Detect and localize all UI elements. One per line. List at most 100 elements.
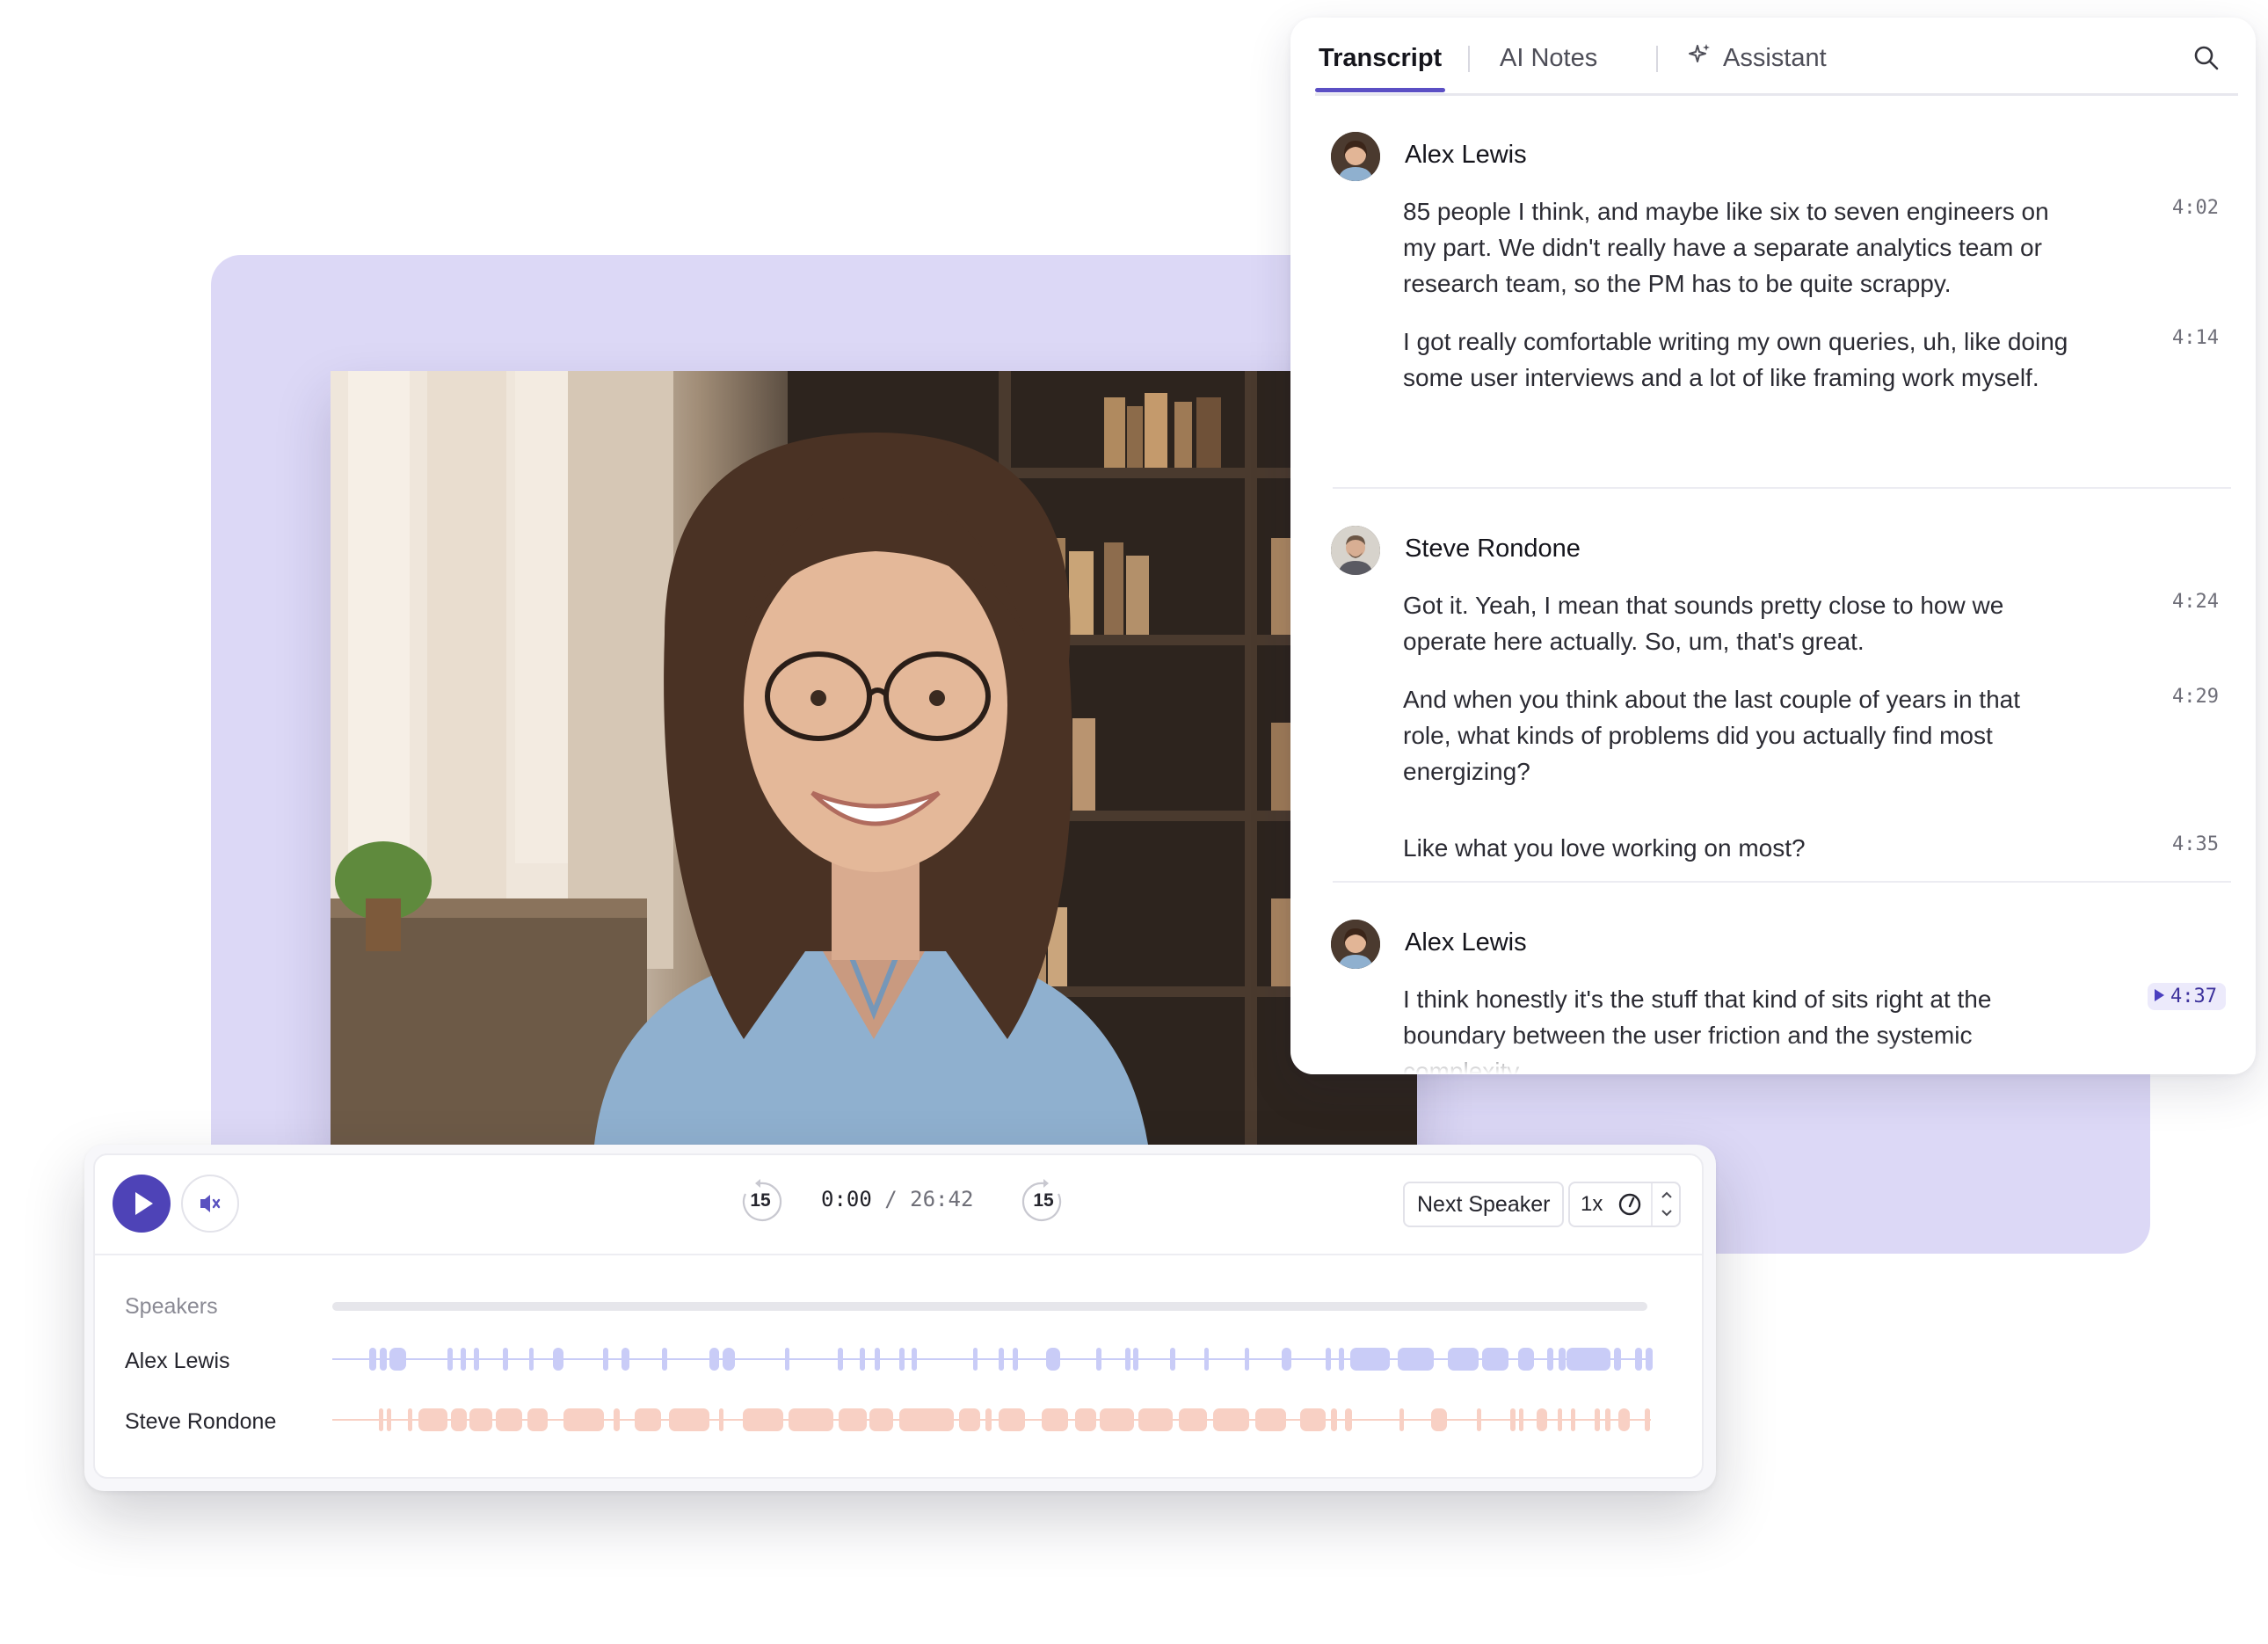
speech-segment[interactable] <box>378 1408 383 1431</box>
speech-segment[interactable] <box>899 1348 905 1371</box>
progress-bar[interactable] <box>332 1302 1647 1311</box>
speech-segment[interactable] <box>1245 1348 1249 1371</box>
play-button[interactable] <box>113 1175 171 1233</box>
timestamp[interactable]: 4:35 <box>2172 833 2219 855</box>
transcript-utterance[interactable]: Got it. Yeah, I mean that sounds pretty … <box>1403 587 2071 659</box>
speech-segment[interactable] <box>1325 1348 1331 1371</box>
speech-segment[interactable] <box>527 1408 548 1431</box>
speech-segment[interactable] <box>1045 1348 1060 1371</box>
speech-segment[interactable] <box>528 1348 534 1371</box>
speech-segment[interactable] <box>742 1408 783 1431</box>
speech-segment[interactable] <box>1203 1348 1209 1371</box>
speech-segment[interactable] <box>1074 1408 1096 1431</box>
speech-segment[interactable] <box>1179 1408 1207 1431</box>
transcript-utterance[interactable]: And when you think about the last couple… <box>1403 681 2071 789</box>
speech-segment[interactable] <box>1330 1408 1337 1431</box>
timestamp[interactable]: 4:24 <box>2172 591 2219 613</box>
speech-segment[interactable] <box>621 1348 629 1371</box>
speech-segment[interactable] <box>380 1348 387 1371</box>
speech-segment[interactable] <box>496 1408 522 1431</box>
speech-segment[interactable] <box>985 1408 992 1431</box>
speech-segment[interactable] <box>973 1348 978 1371</box>
speech-segment[interactable] <box>998 1408 1025 1431</box>
speech-segment[interactable] <box>1213 1408 1249 1431</box>
speech-segment[interactable] <box>1477 1408 1481 1431</box>
speech-segment[interactable] <box>460 1348 466 1371</box>
timestamp[interactable]: 4:29 <box>2172 686 2219 708</box>
speech-segment[interactable] <box>1594 1408 1600 1431</box>
mute-button[interactable] <box>181 1175 239 1233</box>
speech-segment[interactable] <box>389 1348 406 1371</box>
speaker-track-alex[interactable] <box>332 1343 1653 1375</box>
speech-segment[interactable] <box>1517 1348 1534 1371</box>
speech-segment[interactable] <box>1124 1348 1130 1371</box>
speech-segment[interactable] <box>1013 1348 1018 1371</box>
speech-segment[interactable] <box>839 1408 867 1431</box>
speech-segment[interactable] <box>662 1348 667 1371</box>
speech-segment[interactable] <box>718 1408 723 1431</box>
speech-segment[interactable] <box>789 1408 833 1431</box>
timestamp[interactable]: 4:14 <box>2172 327 2219 349</box>
speech-segment[interactable] <box>1169 1348 1175 1371</box>
speech-segment[interactable] <box>1635 1348 1642 1371</box>
search-icon[interactable] <box>2191 42 2222 74</box>
speech-segment[interactable] <box>860 1348 865 1371</box>
speech-segment[interactable] <box>1546 1348 1553 1371</box>
speech-segment[interactable] <box>552 1348 563 1371</box>
chevron-up-icon[interactable] <box>1659 1186 1675 1204</box>
transcript-utterance[interactable]: 85 people I think, and maybe like six to… <box>1403 193 2071 302</box>
speech-segment[interactable] <box>1646 1348 1653 1371</box>
speech-segment[interactable] <box>709 1348 719 1371</box>
speech-segment[interactable] <box>1570 1408 1575 1431</box>
speech-segment[interactable] <box>1345 1408 1352 1431</box>
speech-segment[interactable] <box>1338 1348 1344 1371</box>
speech-segment[interactable] <box>1536 1408 1547 1431</box>
speech-segment[interactable] <box>1350 1348 1390 1371</box>
transcript-utterance[interactable]: Like what you love working on most? <box>1403 830 2071 866</box>
video-frame[interactable] <box>331 371 1417 1145</box>
transcript-utterance[interactable]: I got really comfortable writing my own … <box>1403 324 2071 396</box>
speech-segment[interactable] <box>1282 1348 1291 1371</box>
speech-segment[interactable] <box>502 1348 508 1371</box>
speech-segment[interactable] <box>473 1348 479 1371</box>
speech-segment[interactable] <box>837 1348 843 1371</box>
speech-segment[interactable] <box>1604 1408 1610 1431</box>
skip-forward-button[interactable]: 15 <box>1018 1176 1069 1227</box>
speech-segment[interactable] <box>1042 1408 1068 1431</box>
speech-segment[interactable] <box>602 1348 608 1371</box>
speech-segment[interactable] <box>563 1408 604 1431</box>
speech-segment[interactable] <box>723 1348 735 1371</box>
speech-segment[interactable] <box>784 1348 789 1371</box>
speech-segment[interactable] <box>451 1408 467 1431</box>
speech-segment[interactable] <box>1255 1408 1286 1431</box>
speech-segment[interactable] <box>418 1408 447 1431</box>
speech-segment[interactable] <box>1398 1348 1434 1371</box>
skip-back-button[interactable]: 15 <box>735 1176 786 1227</box>
speech-segment[interactable] <box>874 1348 880 1371</box>
speech-segment[interactable] <box>1138 1408 1173 1431</box>
playback-speed-control[interactable]: 1x <box>1568 1182 1681 1227</box>
speech-segment[interactable] <box>634 1408 661 1431</box>
speech-segment[interactable] <box>1617 1408 1630 1431</box>
chevron-down-icon[interactable] <box>1659 1204 1675 1222</box>
speech-segment[interactable] <box>668 1408 709 1431</box>
timestamp-playing[interactable]: 4:37 <box>2148 983 2226 1010</box>
speech-segment[interactable] <box>1519 1408 1523 1431</box>
speech-segment[interactable] <box>469 1408 492 1431</box>
speech-segment[interactable] <box>958 1408 980 1431</box>
speech-segment[interactable] <box>998 1348 1004 1371</box>
timestamp[interactable]: 4:02 <box>2172 197 2219 219</box>
speech-segment[interactable] <box>1132 1348 1138 1371</box>
speech-segment[interactable] <box>447 1348 453 1371</box>
next-speaker-button[interactable]: Next Speaker <box>1403 1182 1565 1227</box>
speech-segment[interactable] <box>613 1408 620 1431</box>
speech-segment[interactable] <box>1430 1408 1447 1431</box>
speaker-track-steve[interactable] <box>332 1404 1651 1436</box>
speech-segment[interactable] <box>899 1408 954 1431</box>
tab-transcript[interactable]: Transcript <box>1314 40 1446 92</box>
speech-segment[interactable] <box>1448 1348 1479 1371</box>
tab-assistant[interactable]: Assistant <box>1688 40 1827 88</box>
speech-segment[interactable] <box>1644 1408 1650 1431</box>
speech-segment[interactable] <box>1399 1408 1404 1431</box>
speech-segment[interactable] <box>911 1348 917 1371</box>
